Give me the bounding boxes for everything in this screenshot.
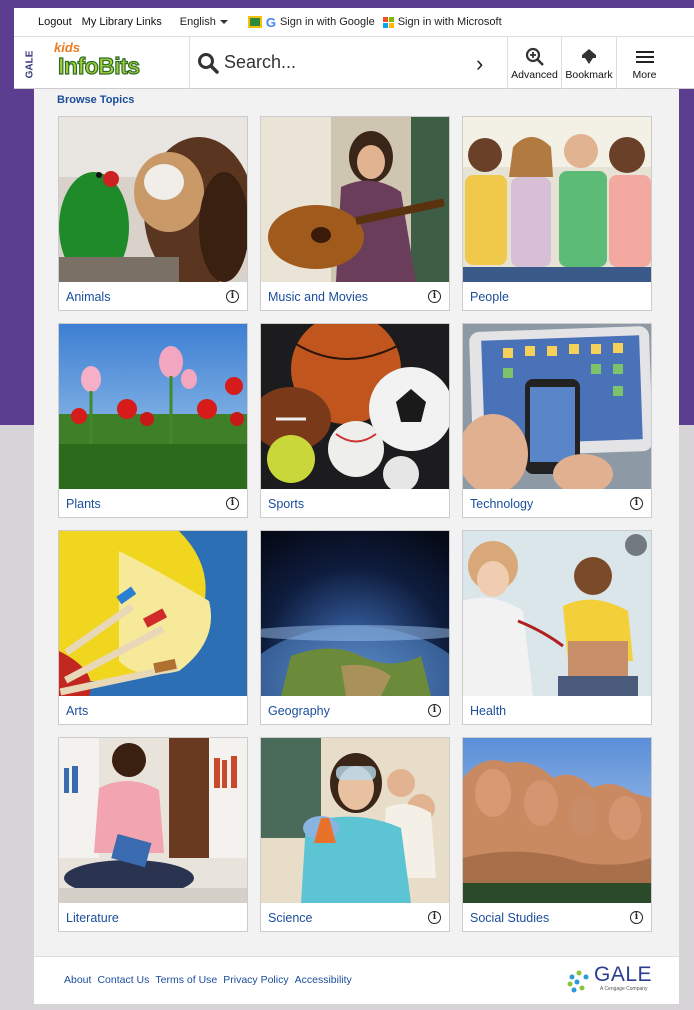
topic-image-geography <box>261 531 449 696</box>
info-icon[interactable]: i <box>226 497 239 510</box>
page-gutter <box>0 425 8 1010</box>
search-input[interactable]: Search... <box>224 52 296 73</box>
topic-image-animals <box>59 117 247 282</box>
gale-brand-text: GALE <box>594 963 653 986</box>
topic-card-sports[interactable]: Sports <box>260 323 450 518</box>
bookmark-label: Bookmark <box>565 69 613 81</box>
topic-image-sports <box>261 324 449 489</box>
topic-label: Geography <box>268 704 330 718</box>
advanced-label: Advanced <box>511 69 558 81</box>
info-icon[interactable]: i <box>630 497 643 510</box>
topic-image-technology <box>463 324 651 489</box>
topic-image-music-and-movies <box>261 117 449 282</box>
topic-label: Plants <box>66 497 101 511</box>
footer-link-accessibility[interactable]: Accessibility <box>295 974 352 986</box>
gale-logo-text: GALE <box>24 50 36 79</box>
more-label: More <box>632 69 657 81</box>
infobits-logo[interactable]: GALE kids InfoBits <box>14 37 190 89</box>
info-icon[interactable]: i <box>226 290 239 303</box>
topic-image-people <box>463 117 651 282</box>
topic-image-literature <box>59 738 247 903</box>
topic-card-technology[interactable]: Technology i <box>462 323 652 518</box>
microsoft-signin-button[interactable]: Sign in with Microsoft <box>382 16 502 28</box>
topic-card-health[interactable]: Health <box>462 530 652 725</box>
info-icon[interactable]: i <box>630 911 643 924</box>
utility-bar: Logout My Library Links English G Sign i… <box>14 8 694 37</box>
topic-label: Literature <box>66 911 119 925</box>
chevron-down-icon <box>219 20 228 24</box>
microsoft-signin-label: Sign in with Microsoft <box>397 16 502 28</box>
more-menu-button[interactable]: More <box>616 37 672 89</box>
topic-card-music-and-movies[interactable]: Music and Movies i <box>260 116 450 311</box>
topic-image-social-studies <box>463 738 651 903</box>
main-navbar: GALE kids InfoBits Search... › Advanced … <box>14 37 694 89</box>
topic-card-arts[interactable]: Arts <box>58 530 248 725</box>
infobits-logo-text: InfoBits <box>57 52 140 79</box>
topic-label: Sports <box>268 497 305 511</box>
language-select[interactable]: English <box>180 16 228 28</box>
browse-panel: Browse Topics Animals i Music and Movies… <box>34 89 679 1004</box>
bookmark-icon <box>579 45 599 69</box>
gale-dots-icon <box>567 970 589 993</box>
topic-card-people[interactable]: People <box>462 116 652 311</box>
google-signin-label: Sign in with Google <box>279 16 375 28</box>
footer: About Contact Us Terms of Use Privacy Po… <box>34 956 679 1004</box>
bookmark-button[interactable]: Bookmark <box>561 37 616 89</box>
gale-footer-logo[interactable]: GALE A Cengage Company <box>562 963 662 997</box>
library-links[interactable]: My Library Links <box>82 16 162 28</box>
advanced-search-button[interactable]: Advanced <box>507 37 561 89</box>
logout-link[interactable]: Logout <box>38 16 72 28</box>
topic-card-social-studies[interactable]: Social Studies i <box>462 737 652 932</box>
topic-label: Animals <box>66 290 111 304</box>
language-label: English <box>179 16 216 28</box>
search-icon[interactable] <box>197 52 219 74</box>
gale-brand-subtext: A Cengage Company <box>600 986 648 992</box>
topic-label: People <box>470 290 509 304</box>
topic-label: Science <box>268 911 313 925</box>
google-icon: G <box>265 14 276 30</box>
topic-image-science <box>261 738 449 903</box>
topic-label: Technology <box>470 497 534 511</box>
footer-link-contact[interactable]: Contact Us <box>97 974 149 986</box>
topic-image-health <box>463 531 651 696</box>
topic-label: Arts <box>66 704 89 718</box>
advanced-search-icon <box>525 45 545 69</box>
browse-topics-heading: Browse Topics <box>57 94 135 106</box>
info-icon[interactable]: i <box>428 290 441 303</box>
footer-links: About Contact Us Terms of Use Privacy Po… <box>64 974 352 986</box>
topic-card-science[interactable]: Science i <box>260 737 450 932</box>
topic-card-literature[interactable]: Literature <box>58 737 248 932</box>
topic-label: Music and Movies <box>268 290 369 304</box>
topic-card-plants[interactable]: Plants i <box>58 323 248 518</box>
footer-link-about[interactable]: About <box>64 974 91 986</box>
topic-image-plants <box>59 324 247 489</box>
google-signin-button[interactable]: G Sign in with Google <box>247 14 375 30</box>
info-icon[interactable]: i <box>428 911 441 924</box>
footer-link-terms[interactable]: Terms of Use <box>155 974 217 986</box>
microsoft-icon <box>382 16 394 28</box>
topic-image-arts <box>59 531 247 696</box>
search-submit-chevron-icon[interactable]: › <box>476 51 483 77</box>
info-icon[interactable]: i <box>428 704 441 717</box>
footer-link-privacy[interactable]: Privacy Policy <box>223 974 288 986</box>
topic-label: Social Studies <box>470 911 550 925</box>
topic-card-animals[interactable]: Animals i <box>58 116 248 311</box>
hamburger-icon <box>635 45 654 69</box>
topic-label: Health <box>470 704 507 718</box>
topic-card-geography[interactable]: Geography i <box>260 530 450 725</box>
google-classroom-icon <box>247 16 262 28</box>
